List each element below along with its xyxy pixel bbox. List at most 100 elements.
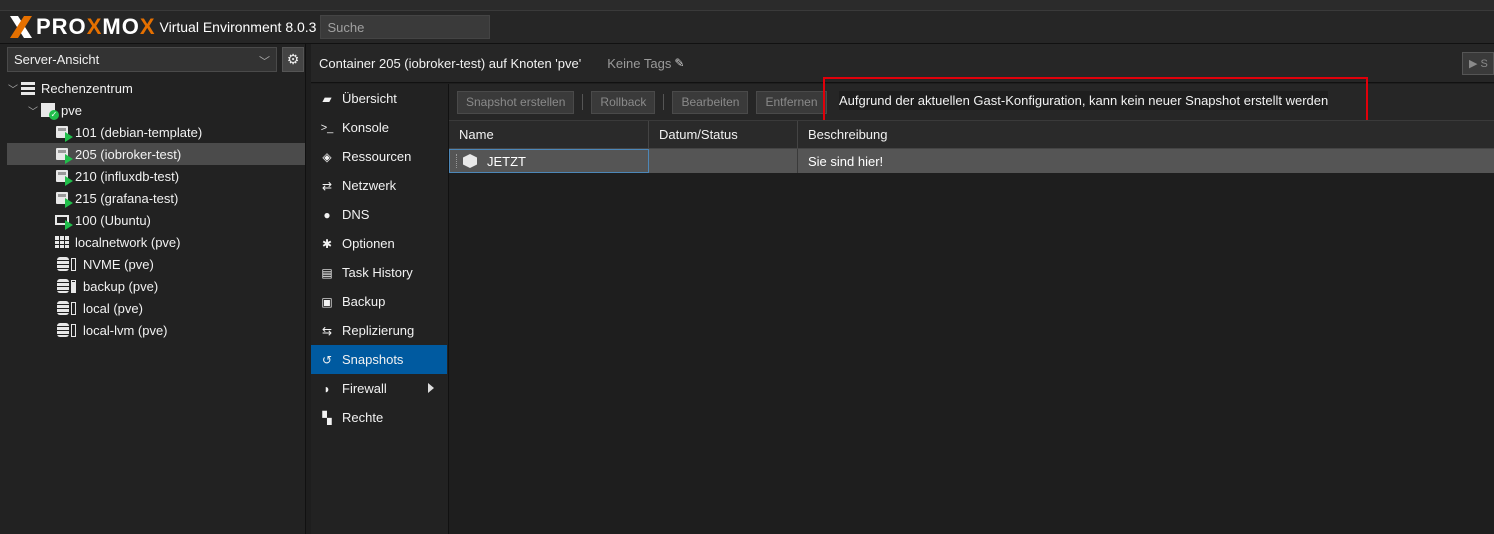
nav-item-firewall[interactable]: ◗ Firewall (311, 374, 448, 403)
tree-item-storage-local[interactable]: local (pve) (7, 297, 305, 319)
proxmox-x-icon (10, 16, 32, 38)
nav-item-replizierung[interactable]: ⇆ Replizierung (311, 316, 448, 345)
play-icon: ▶ (1469, 58, 1481, 70)
tree-item-label: localnetwork (pve) (75, 234, 181, 250)
tree-item-sdn-localnetwork[interactable]: localnetwork (pve) (7, 231, 305, 253)
start-button[interactable]: ▶ S (1462, 52, 1494, 75)
tree-item-vm-100[interactable]: 100 (Ubuntu) (7, 209, 305, 231)
tooltip-text: Aufgrund der aktuellen Gast-Konfiguratio… (839, 90, 1329, 110)
nav-item-snapshots[interactable]: ↺ Snapshots (311, 345, 447, 374)
nav-item-label: Firewall (342, 381, 387, 396)
tree-item-label: pve (61, 102, 82, 118)
container-running-icon (53, 168, 73, 186)
nav-item-ressourcen[interactable]: ◈ Ressourcen (311, 142, 448, 171)
nav-item-backup[interactable]: ▣ Backup (311, 287, 448, 316)
globe-icon: ● (323, 207, 331, 222)
nav-item-label: Übersicht (342, 91, 397, 106)
tree-item-ct-210[interactable]: 210 (influxdb-test) (7, 165, 305, 187)
tree-item-label: backup (pve) (83, 278, 159, 294)
datacenter-icon (19, 80, 37, 96)
tree-item-label: 205 (iobroker-test) (75, 146, 182, 162)
rollback-button[interactable]: Rollback (591, 90, 656, 114)
nav-item-label: DNS (342, 207, 370, 222)
column-header-description[interactable]: Beschreibung (798, 121, 1494, 148)
start-button-label: S (1480, 57, 1488, 70)
table-row[interactable]: JETZT Sie sind hier! (449, 149, 1494, 173)
tree-item-datacenter[interactable]: ﹀ Rechenzentrum (7, 77, 305, 99)
cell-name: JETZT (449, 149, 649, 173)
gear-icon: ⚙ (286, 51, 300, 67)
page-title: Container 205 (iobroker-test) auf Knoten… (319, 55, 582, 71)
tree-settings-button[interactable]: ⚙ (282, 47, 304, 72)
remove-button[interactable]: Entfernen (756, 90, 827, 114)
nav-item-optionen[interactable]: ✱ Optionen (311, 229, 448, 258)
cell-date (649, 149, 798, 173)
app-header: PROXMOX Virtual Environment 8.0.3 (0, 11, 1494, 44)
view-selector[interactable]: Server-Ansicht ﹀ (7, 47, 277, 72)
tree-item-label: NVME (pve) (83, 256, 154, 272)
tree-item-storage-nvme[interactable]: NVME (pve) (7, 253, 305, 275)
resource-tree: ﹀ Rechenzentrum ﹀ ✓ pve 101 (debian-temp… (7, 77, 305, 341)
create-snapshot-button[interactable]: Snapshot erstellen (457, 90, 575, 114)
tree-item-storage-backup[interactable]: backup (pve) (7, 275, 305, 297)
tree-item-ct-205[interactable]: 205 (iobroker-test) (7, 143, 305, 165)
expand-arrow-icon[interactable] (428, 383, 434, 393)
nav-item-dns[interactable]: ● DNS (311, 200, 448, 229)
container-running-icon (53, 146, 73, 164)
container-running-icon (53, 190, 73, 208)
nav-item-label: Optionen (342, 236, 395, 251)
tree-item-label: 100 (Ubuntu) (75, 212, 151, 228)
nav-item-netzwerk[interactable]: ⇄ Netzwerk (311, 171, 448, 200)
floppy-icon: ▣ (321, 294, 333, 309)
product-version: Virtual Environment 8.0.3 (159, 19, 317, 35)
nav-item-label: Konsole (342, 120, 389, 135)
tree-item-ct-101[interactable]: 101 (debian-template) (7, 121, 305, 143)
snapshot-toolbar: Snapshot erstellen Rollback Bearbeiten E… (449, 77, 1494, 123)
container-running-icon (53, 124, 73, 142)
snapshot-grid: Name Datum/Status Beschreibung JETZT Sie… (449, 120, 1494, 534)
column-header-date[interactable]: Datum/Status (649, 121, 798, 148)
nav-item-label: Rechte (342, 410, 384, 425)
tree-item-label: Rechenzentrum (41, 80, 133, 96)
tree-item-label: 215 (grafana-test) (75, 190, 179, 206)
cube-icon (463, 154, 477, 168)
retweet-icon: ⇆ (321, 323, 333, 338)
browser-tab-strip (0, 0, 1494, 11)
expand-icon[interactable]: ﹀ (27, 103, 39, 118)
tree-item-label: local (pve) (83, 300, 143, 316)
tags-label: Keine Tags (607, 55, 672, 71)
proxmox-logo[interactable]: PROXMOX (8, 11, 156, 44)
storage-icon (53, 300, 79, 316)
tree-item-node-pve[interactable]: ﹀ ✓ pve (7, 99, 305, 121)
view-selector-value: Server-Ansicht (14, 52, 100, 67)
nav-item-rechte[interactable]: ▚ Rechte (311, 403, 448, 432)
column-header-name[interactable]: Name (449, 121, 649, 148)
shield-icon: ◗ (323, 381, 331, 396)
book-icon: ▰ (322, 91, 332, 106)
nav-item-label: Replizierung (342, 323, 415, 338)
vm-running-icon (53, 212, 73, 230)
tree-item-label: 101 (debian-template) (75, 124, 203, 140)
tree-item-storage-local-lvm[interactable]: local-lvm (pve) (7, 319, 305, 341)
brand-wordmark: PROXMOX (36, 14, 156, 39)
nav-item-uebersicht[interactable]: ▰ Übersicht (311, 84, 448, 113)
cube-icon: ◈ (322, 149, 332, 164)
edit-button[interactable]: Bearbeiten (672, 90, 749, 114)
toolbar-separator (663, 94, 665, 110)
nav-item-label: Ressourcen (342, 149, 412, 164)
pencil-icon[interactable]: ✎ (674, 56, 684, 70)
nav-item-task-history[interactable]: ▤ Task History (311, 258, 448, 287)
container-nav-menu: ▰ Übersicht >_ Konsole ◈ Ressourcen ⇄ Netzwe… (311, 84, 449, 534)
nav-item-konsole[interactable]: >_ Konsole (311, 113, 448, 142)
tree-item-ct-215[interactable]: 215 (grafana-test) (7, 187, 305, 209)
list-icon: ▤ (321, 265, 333, 280)
tags-area[interactable]: Keine Tags ✎ (607, 56, 684, 71)
toolbar-separator (582, 94, 584, 110)
expand-icon[interactable]: ﹀ (7, 81, 19, 96)
tree-item-label: local-lvm (pve) (83, 322, 168, 338)
grid-header: Name Datum/Status Beschreibung (449, 120, 1494, 149)
search-input[interactable] (320, 15, 491, 39)
tree-line (456, 154, 457, 168)
resource-tree-panel: Server-Ansicht ﹀ ⚙ ﹀ Rechenzentrum ﹀ ✓ p… (0, 44, 306, 534)
storage-icon (53, 256, 79, 272)
